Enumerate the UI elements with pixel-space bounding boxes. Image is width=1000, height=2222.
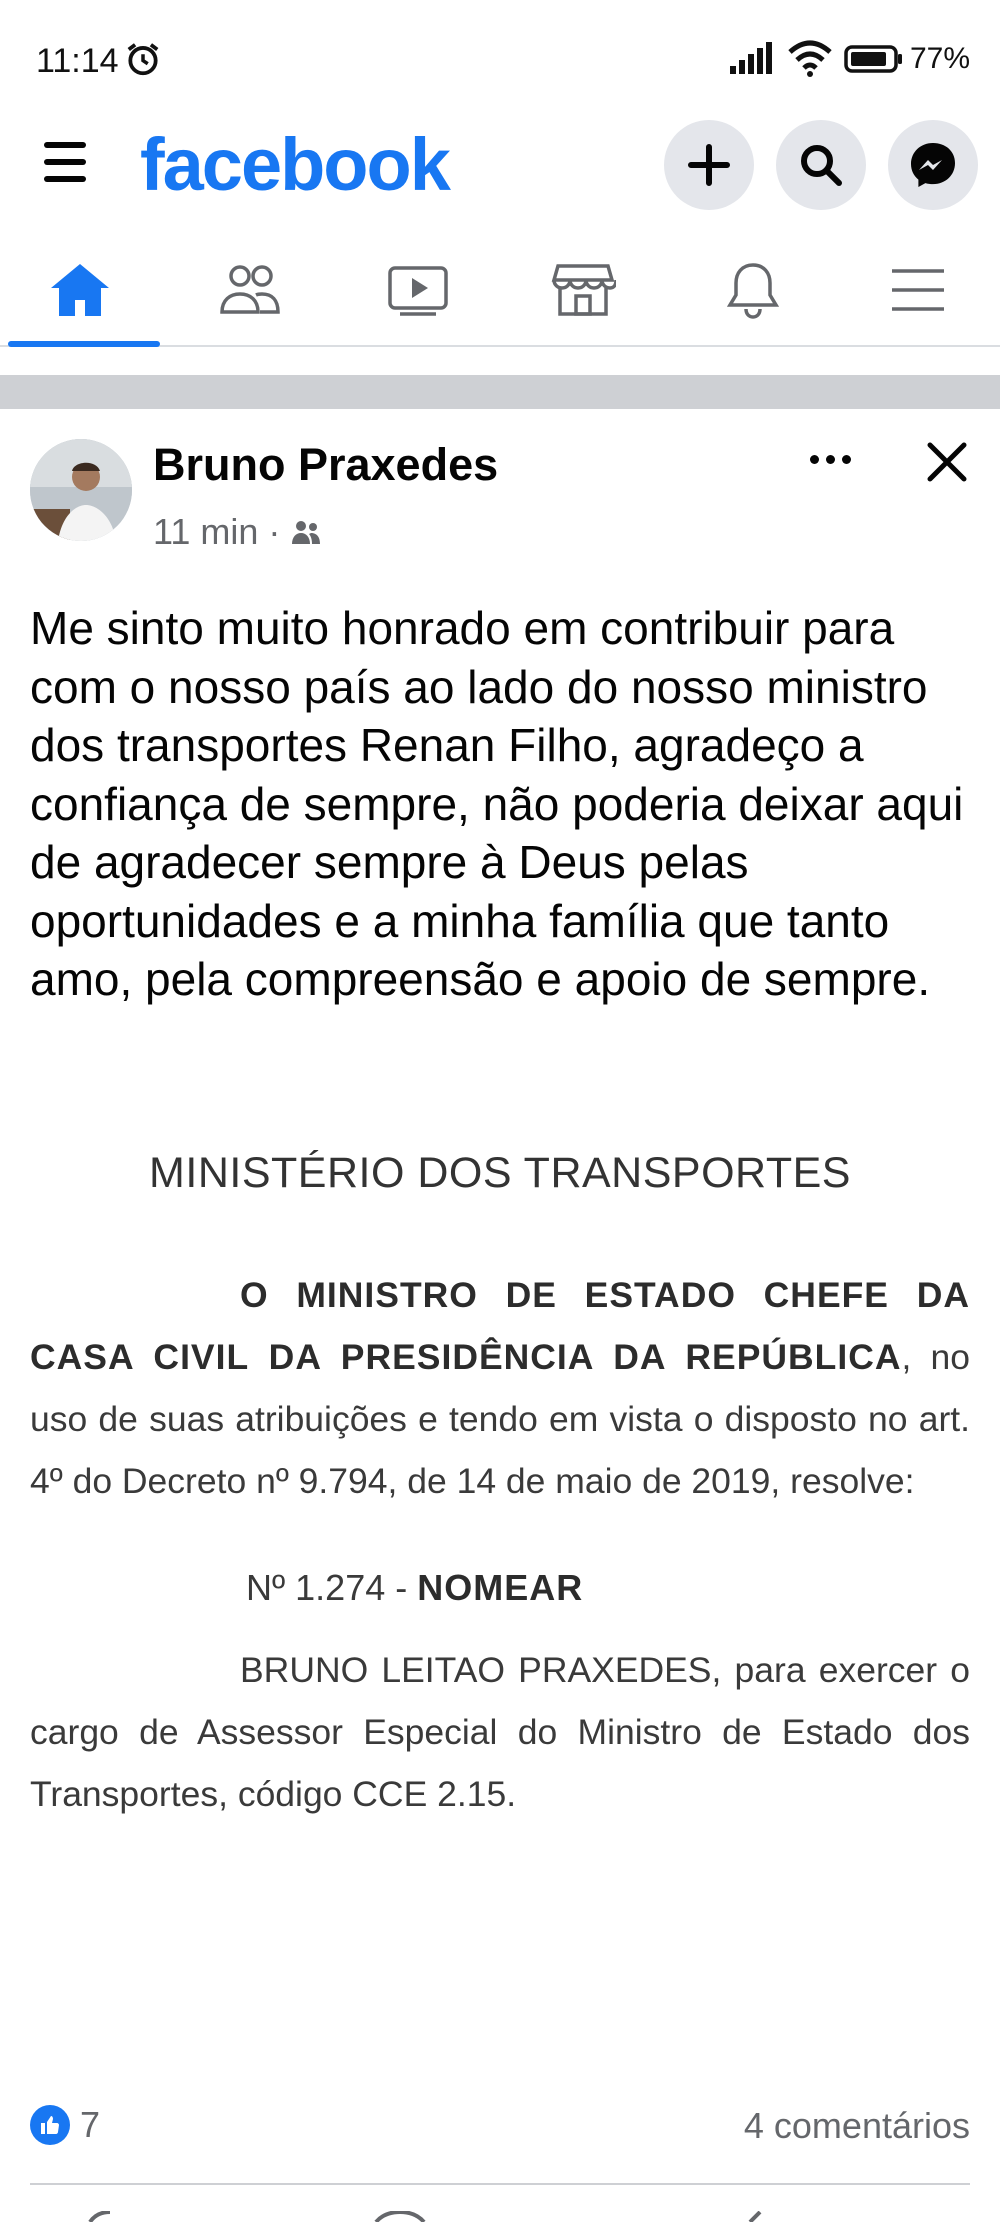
- tab-watch[interactable]: [338, 235, 498, 345]
- meta-dot: ·: [268, 511, 281, 552]
- nav-tabs: [0, 235, 1000, 347]
- document-nomear-word: NOMEAR: [417, 1567, 584, 1608]
- tab-menu[interactable]: [838, 235, 998, 345]
- store-icon: [551, 264, 616, 316]
- post-divider: [30, 2183, 970, 2185]
- app-header: facebook: [0, 120, 1000, 220]
- document-bold-heading: O MINISTRO DE ESTADO CHEFE DA CASA CIVIL…: [30, 1275, 970, 1377]
- battery-percent: 77%: [910, 42, 971, 75]
- like-button-icon[interactable]: [70, 2211, 130, 2222]
- feed-separator: [0, 375, 1000, 409]
- author-name[interactable]: Bruno Praxedes: [153, 439, 498, 491]
- tab-notifications[interactable]: [673, 235, 833, 345]
- avatar-photo: [30, 439, 132, 541]
- home-icon: [51, 264, 109, 316]
- comments-count[interactable]: 4 comentários: [744, 2105, 970, 2147]
- like-count: 7: [80, 2104, 101, 2145]
- facebook-logo[interactable]: facebook: [140, 122, 451, 207]
- post-image-document[interactable]: MINISTÉRIO DOS TRANSPORTES O MINISTRO DE…: [30, 1149, 970, 1814]
- friends-audience-icon: [292, 521, 321, 544]
- document-nomear-line: Nº 1.274 - NOMEAR: [246, 1567, 583, 1609]
- post-more-options-icon[interactable]: [798, 439, 862, 479]
- battery-icon: [844, 45, 902, 73]
- search-icon: [801, 145, 842, 186]
- author-avatar[interactable]: [30, 439, 132, 541]
- feed-post: Bruno Praxedes 11 min · Me sinto muito h…: [0, 409, 1000, 2222]
- tab-friends[interactable]: [170, 235, 330, 345]
- post-text: Me sinto muito honrado em contribuir par…: [30, 602, 964, 1005]
- signal-icon: [730, 42, 772, 74]
- search-button[interactable]: [776, 120, 866, 210]
- document-nomear-number: Nº 1.274 -: [246, 1567, 418, 1608]
- document-paragraph-1: O MINISTRO DE ESTADO CHEFE DA CASA CIVIL…: [30, 1264, 970, 1512]
- post-meta: 11 min ·: [153, 511, 322, 553]
- active-tab-indicator: [8, 341, 160, 347]
- friends-icon: [220, 265, 280, 314]
- post-time[interactable]: 11 min: [153, 511, 258, 553]
- status-bar: 11:14 77%: [0, 0, 1000, 120]
- messenger-button[interactable]: [888, 120, 978, 210]
- close-icon[interactable]: [922, 437, 972, 487]
- create-button[interactable]: [664, 120, 754, 210]
- alarm-icon: [127, 43, 159, 76]
- plus-icon: [688, 144, 730, 186]
- document-paragraph-2: BRUNO LEITAO PRAXEDES, para exercer o ca…: [30, 1639, 970, 1825]
- document-title: MINISTÉRIO DOS TRANSPORTES: [149, 1149, 851, 1197]
- tab-marketplace[interactable]: [503, 235, 663, 345]
- menu-icon: [892, 269, 944, 311]
- hamburger-menu-icon[interactable]: [44, 142, 88, 182]
- comment-button-icon[interactable]: [370, 2211, 430, 2222]
- reactions-summary[interactable]: 7: [30, 2104, 100, 2146]
- share-button-icon[interactable]: [720, 2211, 780, 2222]
- video-icon: [388, 266, 448, 316]
- messenger-icon: [911, 143, 955, 187]
- tab-home[interactable]: [0, 235, 160, 347]
- bell-icon: [726, 263, 780, 319]
- status-time: 11:14: [36, 42, 119, 80]
- wifi-icon: [788, 40, 832, 77]
- like-reaction-icon: [30, 2105, 70, 2145]
- document-paragraph-2-text: BRUNO LEITAO PRAXEDES, para exercer o ca…: [30, 1650, 970, 1814]
